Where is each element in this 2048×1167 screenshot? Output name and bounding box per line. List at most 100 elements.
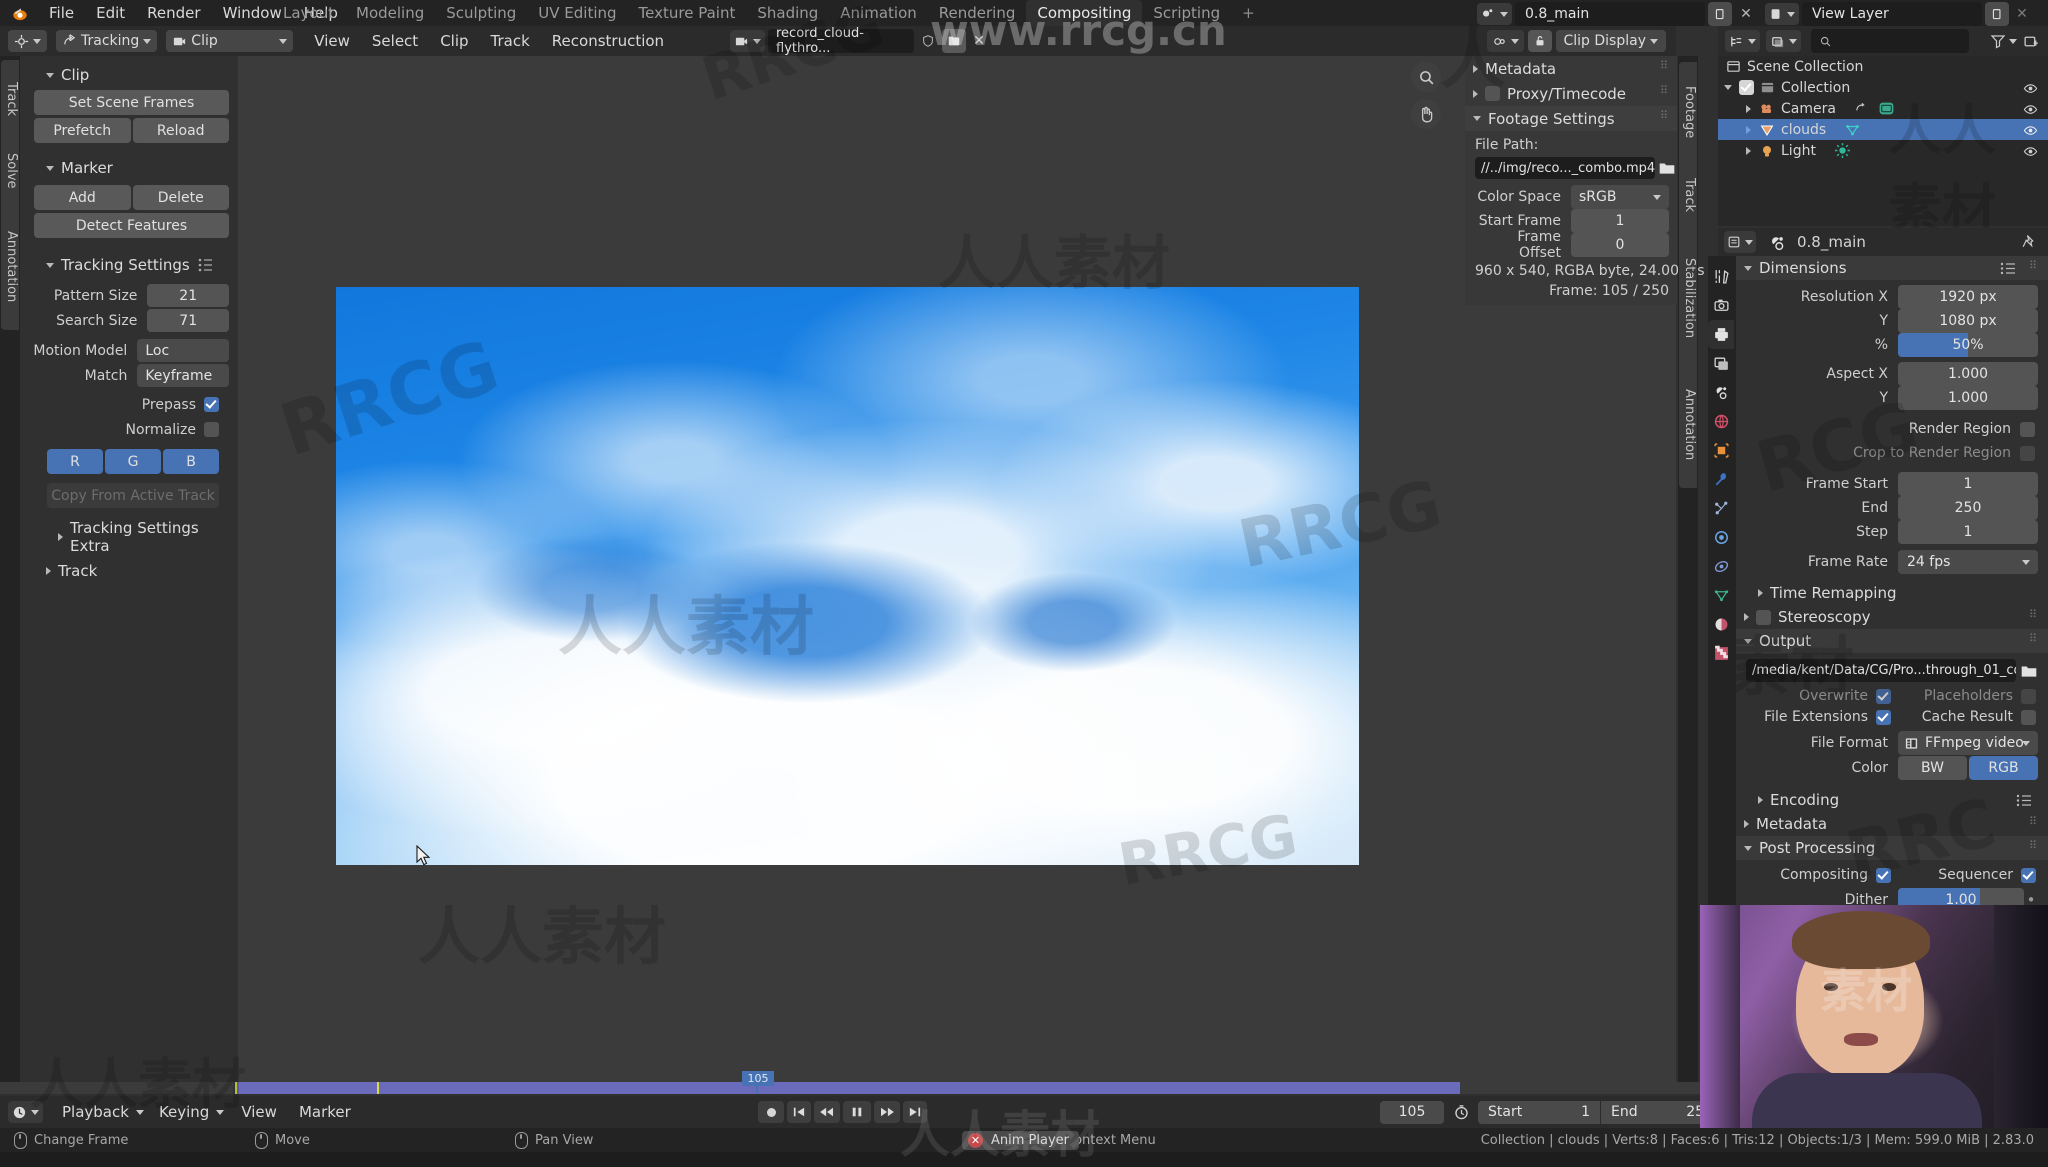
left-tab-annotation[interactable]: Annotation (1, 204, 19, 330)
clip-menu-clip[interactable]: Clip (429, 28, 479, 54)
outliner-row-scene-collection[interactable]: Scene Collection (1718, 56, 2048, 77)
frame-offset-field[interactable]: 0 (1571, 233, 1669, 257)
clip-tab-stabilization[interactable]: Stabilization (1679, 228, 1697, 368)
clip-name-field[interactable]: record_cloud-flythro... (768, 26, 914, 56)
properties-editor-type-button[interactable] (1724, 231, 1756, 253)
normalize-checkbox[interactable] (204, 422, 219, 437)
sequencer-checkbox[interactable] (2021, 867, 2036, 883)
folder-icon[interactable] (1658, 159, 1676, 177)
workspace-tab-scripting[interactable]: Scripting (1142, 0, 1231, 26)
panel-header-clip[interactable]: Clip (20, 62, 238, 88)
overwrite-checkbox[interactable] (1876, 688, 1891, 704)
panel-header-tracking-settings-extra[interactable]: Tracking Settings Extra (20, 519, 238, 555)
channel-b-toggle[interactable]: B (163, 449, 219, 474)
motion-model-dropdown[interactable]: Loc (137, 339, 229, 362)
workspace-tab-shading[interactable]: Shading (746, 0, 829, 26)
lock-icon[interactable] (1527, 30, 1552, 52)
hand-icon[interactable] (1411, 99, 1441, 129)
properties-tab-scene[interactable] (1708, 378, 1734, 407)
scene-browse-icon[interactable] (1477, 3, 1512, 25)
output-path-field[interactable]: /media/kent/Data/CG/Pro...through_01_com… (1746, 659, 2016, 682)
scene-name-field[interactable]: 0.8_main (1515, 2, 1705, 26)
pivot-icon[interactable] (1486, 30, 1524, 52)
panel-header-output[interactable]: Output ⠿ (1736, 629, 2048, 653)
new-clip-icon[interactable] (942, 29, 966, 53)
clip-menu-select[interactable]: Select (361, 28, 429, 54)
panel-header-footage-settings[interactable]: Footage Settings ⠿ (1465, 106, 1677, 131)
pin-icon[interactable] (2021, 234, 2038, 251)
outliner-display-mode-dropdown[interactable] (1766, 30, 1801, 52)
record-icon[interactable] (758, 1101, 784, 1123)
properties-tab-material[interactable] (1708, 610, 1734, 639)
menu-file[interactable]: File (38, 0, 85, 26)
prev-keyframe-icon[interactable] (814, 1101, 840, 1123)
channel-g-toggle[interactable]: G (105, 449, 161, 474)
menu-edit[interactable]: Edit (85, 0, 136, 26)
disclosure-icon[interactable] (1724, 85, 1732, 90)
new-view-layer-button[interactable] (1985, 2, 2009, 26)
zoom-icon[interactable] (1411, 62, 1441, 92)
outliner-row-collection[interactable]: Collection (1718, 77, 2048, 98)
clip-editor-viewport[interactable]: RRCG 人人素材 人人素材 RRCG 人人素材 RRCG (238, 56, 1676, 1088)
search-size-field[interactable]: 71 (147, 309, 229, 332)
set-scene-frames-button[interactable]: Set Scene Frames (34, 90, 229, 115)
light-data-icon[interactable] (1834, 142, 1851, 159)
frame-start-range[interactable]: Start 1 (1478, 1100, 1600, 1124)
shield-icon[interactable] (917, 29, 939, 53)
preset-list-icon[interactable] (198, 258, 214, 272)
resolution-x-field[interactable]: 1920 px (1898, 285, 2038, 309)
start-frame-field[interactable]: 1 (1571, 209, 1669, 233)
frame-rate-dropdown[interactable]: 24 fps (1898, 550, 2038, 574)
outliner-row-clouds[interactable]: clouds (1718, 119, 2048, 140)
tracking-mode-dropdown[interactable]: Tracking (56, 30, 158, 52)
eye-icon[interactable] (2023, 144, 2038, 159)
new-scene-button[interactable] (1708, 2, 1732, 26)
properties-tab-constraint[interactable] (1708, 552, 1734, 581)
panel-header-dimensions[interactable]: Dimensions ⠿ (1736, 256, 2048, 280)
frame-start-field[interactable]: 1 (1898, 472, 2038, 496)
workspace-tab-rendering[interactable]: Rendering (928, 0, 1027, 26)
color-space-dropdown[interactable]: sRGB (1571, 185, 1669, 209)
render-region-checkbox[interactable] (2020, 421, 2035, 437)
properties-tab-tool[interactable] (1708, 262, 1734, 291)
properties-tab-output[interactable] (1708, 320, 1734, 349)
outliner-row-camera[interactable]: Camera (1718, 98, 2048, 119)
new-collection-icon[interactable] (2023, 33, 2040, 50)
outliner-search-input[interactable] (1811, 29, 1969, 53)
frame-end-field[interactable]: 250 (1898, 496, 2038, 520)
left-tab-solve[interactable]: Solve (1, 132, 19, 210)
clip-datablock-dropdown[interactable]: Clip (166, 30, 294, 52)
compositing-checkbox[interactable] (1876, 867, 1891, 883)
panel-header-time-remapping[interactable]: Time Remapping (1736, 581, 2048, 605)
browse-clip-icon[interactable] (730, 30, 765, 52)
clip-tab-annotation[interactable]: Annotation (1679, 362, 1697, 488)
unlink-clip-button[interactable]: ✕ (969, 29, 989, 53)
auto-key-icon[interactable] (1448, 1104, 1474, 1121)
timeline-menu-marker[interactable]: Marker (288, 1099, 362, 1125)
eye-icon[interactable] (2023, 102, 2038, 117)
proxy-timecode-checkbox[interactable] (1485, 86, 1500, 101)
properties-tab-render[interactable] (1708, 291, 1734, 320)
camera-data-icon[interactable] (1878, 100, 1895, 117)
disclosure-icon[interactable] (1746, 104, 1751, 113)
add-workspace-button[interactable]: + (1231, 0, 1266, 26)
workspace-tab-modeling[interactable]: Modeling (345, 0, 435, 26)
disclosure-icon[interactable] (1746, 125, 1751, 134)
workspace-tab-sculpting[interactable]: Sculpting (435, 0, 527, 26)
next-keyframe-icon[interactable] (874, 1101, 900, 1123)
eye-icon[interactable] (2023, 81, 2038, 96)
properties-tab-view-layer[interactable] (1708, 349, 1734, 378)
timeline-menu-playback[interactable]: Playback (51, 1099, 140, 1125)
clip-menu-track[interactable]: Track (480, 28, 541, 54)
mesh-data-icon[interactable] (1844, 122, 1861, 138)
add-marker-button[interactable]: Add (34, 185, 131, 210)
jump-end-icon[interactable] (903, 1101, 927, 1123)
frame-step-field[interactable]: 1 (1898, 520, 2038, 544)
workspace-tab-animation[interactable]: Animation (829, 0, 927, 26)
folder-icon[interactable] (2020, 662, 2038, 680)
clip-display-dropdown[interactable]: Clip Display (1555, 30, 1666, 52)
panel-header-proxy-timecode[interactable]: Proxy/Timecode ⠿ (1465, 81, 1677, 106)
workspace-tab-texture-paint[interactable]: Texture Paint (628, 0, 747, 26)
file-path-field[interactable]: //../img/reco..._combo.mp4 (1475, 157, 1656, 179)
reload-button[interactable]: Reload (132, 118, 229, 143)
